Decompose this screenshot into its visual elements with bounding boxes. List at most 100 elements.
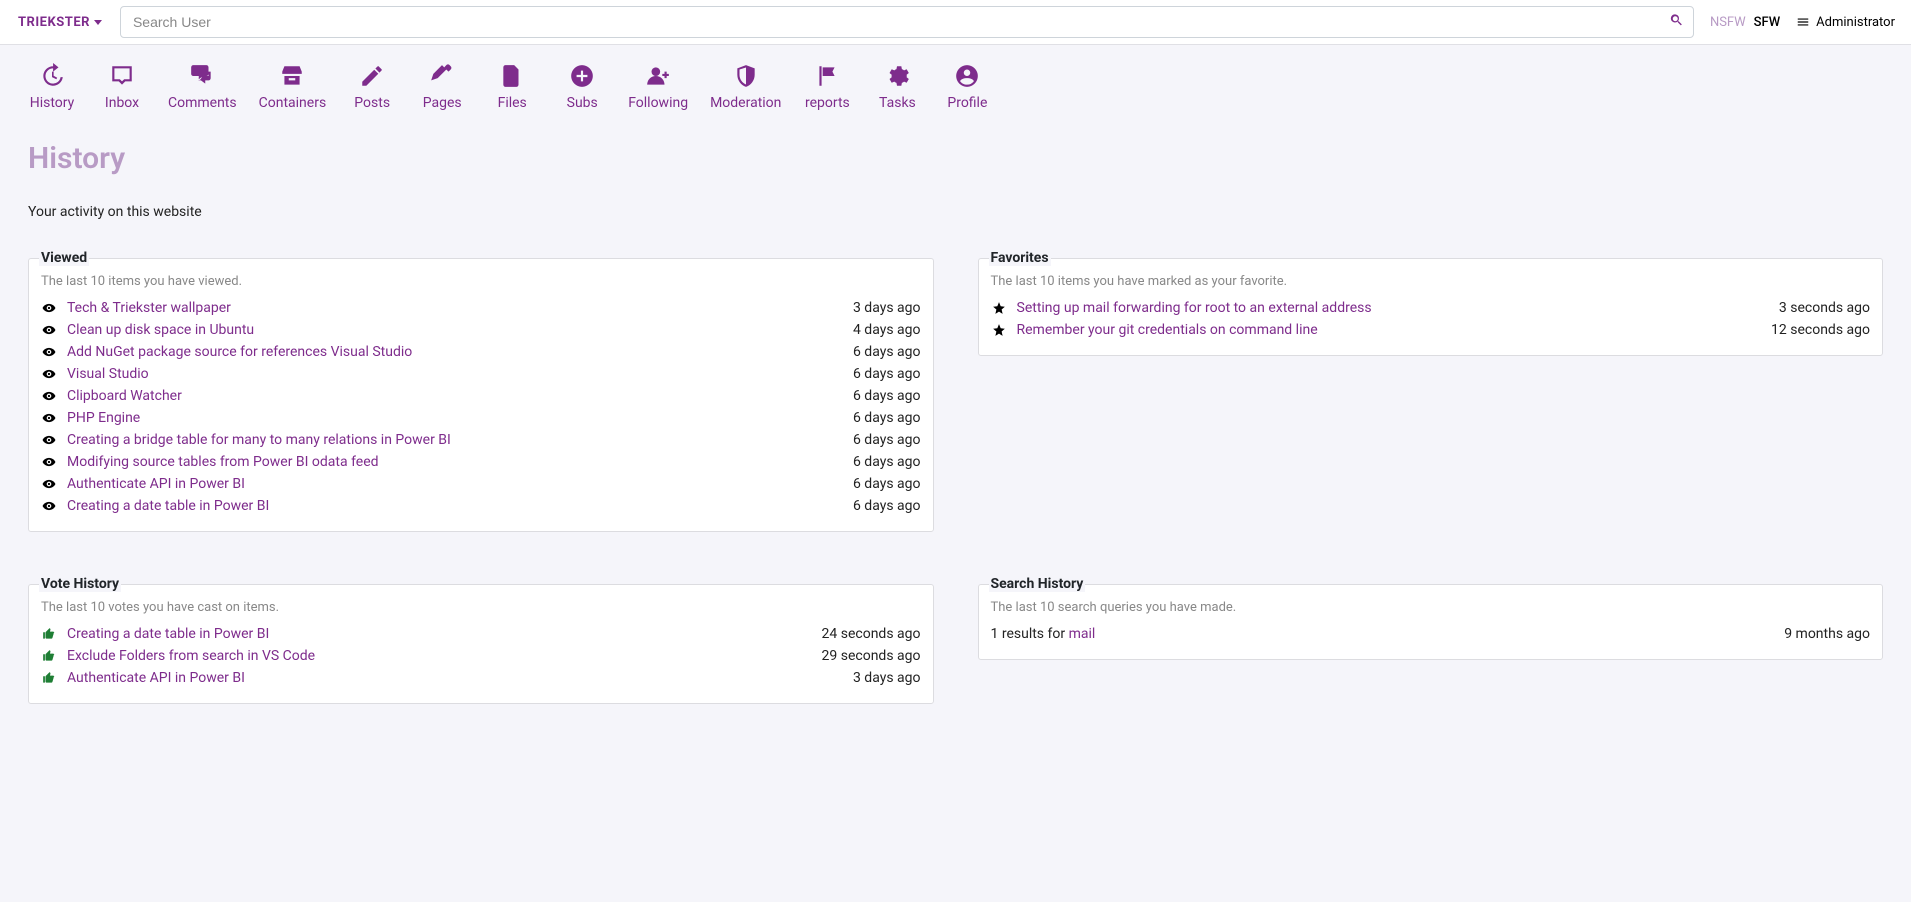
list-item: Creating a bridge table for many to many… [41, 429, 921, 451]
search-icon[interactable] [1669, 13, 1684, 32]
nav-tasks[interactable]: Tasks [873, 63, 921, 111]
list-item: Visual Studio 6 days ago [41, 363, 921, 385]
item-link[interactable]: Clipboard Watcher [67, 388, 182, 404]
file-icon [499, 63, 525, 89]
nav-moderation[interactable]: Moderation [710, 63, 781, 111]
pen-icon [429, 63, 455, 89]
nav-label: Inbox [105, 95, 139, 111]
list-item: Creating a date table in Power BI 24 sec… [41, 623, 921, 645]
item-time: 6 days ago [853, 498, 921, 514]
item-link[interactable]: Setting up mail forwarding for root to a… [1017, 300, 1372, 316]
nav-row: History Inbox Comments Containers Posts Pages… [28, 45, 1883, 121]
panel-votes-desc: The last 10 votes you have cast on items… [41, 600, 921, 615]
ico-eye-icon [41, 367, 57, 381]
nav-profile[interactable]: Profile [943, 63, 991, 111]
user-plus-icon [645, 63, 671, 89]
nav-containers[interactable]: Containers [259, 63, 327, 111]
item-link[interactable]: Tech & Triekster wallpaper [67, 300, 231, 316]
item-time: 6 days ago [853, 366, 921, 382]
item-time: 3 days ago [853, 300, 921, 316]
ico-thumb-icon [41, 671, 57, 685]
pencil-icon [359, 63, 385, 89]
top-bar: TRIEKSTER NSFW SFW Administrator [0, 0, 1911, 45]
nav-pages[interactable]: Pages [418, 63, 466, 111]
item-time: 6 days ago [853, 344, 921, 360]
item-link[interactable]: Add NuGet package source for references … [67, 344, 412, 360]
list-item: Modifying source tables from Power BI od… [41, 451, 921, 473]
list-item: Remember your git credentials on command… [991, 319, 1871, 341]
item-link[interactable]: Creating a date table in Power BI [67, 498, 269, 514]
item-link[interactable]: Visual Studio [67, 366, 149, 382]
item-link[interactable]: Modifying source tables from Power BI od… [67, 454, 379, 470]
item-time: 6 days ago [853, 454, 921, 470]
shield-icon [733, 63, 759, 89]
ico-eye-icon [41, 455, 57, 469]
nav-label: Pages [423, 95, 462, 111]
search-wrap [120, 6, 1694, 38]
item-time: 6 days ago [853, 432, 921, 448]
nav-label: Subs [567, 95, 598, 111]
caret-down-icon [94, 20, 102, 25]
item-link[interactable]: Creating a date table in Power BI [67, 626, 269, 642]
nsfw-option[interactable]: NSFW [1710, 15, 1746, 30]
ico-eye-icon [41, 477, 57, 491]
panel-viewed: Viewed The last 10 items you have viewed… [28, 250, 934, 532]
panel-viewed-legend: Viewed [39, 250, 89, 266]
item-time: 4 days ago [853, 322, 921, 338]
item-link[interactable]: PHP Engine [67, 410, 140, 426]
panel-search-desc: The last 10 search queries you have made… [991, 600, 1871, 615]
panel-favorites-desc: The last 10 items you have marked as you… [991, 274, 1871, 289]
item-time: 29 seconds ago [822, 648, 921, 664]
nav-inbox[interactable]: Inbox [98, 63, 146, 111]
ico-thumb-icon [41, 627, 57, 641]
ico-eye-icon [41, 499, 57, 513]
list-item: Authenticate API in Power BI 6 days ago [41, 473, 921, 495]
ico-eye-icon [41, 301, 57, 315]
list-item: PHP Engine 6 days ago [41, 407, 921, 429]
nav-comments[interactable]: Comments [168, 63, 237, 111]
item-link[interactable]: Creating a bridge table for many to many… [67, 432, 451, 448]
panel-votes-legend: Vote History [39, 576, 121, 592]
nav-files[interactable]: Files [488, 63, 536, 111]
ico-star-icon [991, 301, 1007, 315]
ico-eye-icon [41, 345, 57, 359]
item-link[interactable]: Exclude Folders from search in VS Code [67, 648, 315, 664]
nav-history[interactable]: History [28, 63, 76, 111]
nav-posts[interactable]: Posts [348, 63, 396, 111]
ico-eye-icon [41, 433, 57, 447]
item-time: 6 days ago [853, 410, 921, 426]
admin-label: Administrator [1816, 15, 1895, 30]
brand-dropdown[interactable]: TRIEKSTER [10, 11, 110, 34]
item-link[interactable]: Authenticate API in Power BI [67, 670, 245, 686]
flag-icon [814, 63, 840, 89]
ico-star-icon [991, 323, 1007, 337]
item-link[interactable]: Authenticate API in Power BI [67, 476, 245, 492]
comments-icon [189, 63, 215, 89]
nav-label: Files [498, 95, 527, 111]
item-link[interactable]: Clean up disk space in Ubuntu [67, 322, 254, 338]
list-item: 1 results for mail 9 months ago [991, 623, 1871, 645]
item-time: 12 seconds ago [1771, 322, 1870, 338]
nav-following[interactable]: Following [628, 63, 688, 111]
item-time: 6 days ago [853, 476, 921, 492]
search-query-link[interactable]: mail [1069, 626, 1096, 642]
panel-votes: Vote History The last 10 votes you have … [28, 576, 934, 704]
list-item: Clean up disk space in Ubuntu 4 days ago [41, 319, 921, 341]
panel-viewed-desc: The last 10 items you have viewed. [41, 274, 921, 289]
nav-reports[interactable]: reports [803, 63, 851, 111]
item-time: 6 days ago [853, 388, 921, 404]
search-input[interactable] [120, 6, 1694, 38]
history-icon [39, 63, 65, 89]
list-item: Setting up mail forwarding for root to a… [991, 297, 1871, 319]
search-result-text: 1 results for mail [991, 626, 1096, 642]
ico-eye-icon [41, 323, 57, 337]
item-link[interactable]: Remember your git credentials on command… [1017, 322, 1318, 338]
admin-menu[interactable]: Administrator [1796, 15, 1901, 30]
panel-search: Search History The last 10 search querie… [978, 576, 1884, 660]
ico-thumb-icon [41, 649, 57, 663]
sfw-option[interactable]: SFW [1754, 15, 1780, 30]
item-time: 24 seconds ago [822, 626, 921, 642]
nav-subs[interactable]: Subs [558, 63, 606, 111]
user-circle-icon [954, 63, 980, 89]
page-subtitle: Your activity on this website [28, 204, 1883, 220]
